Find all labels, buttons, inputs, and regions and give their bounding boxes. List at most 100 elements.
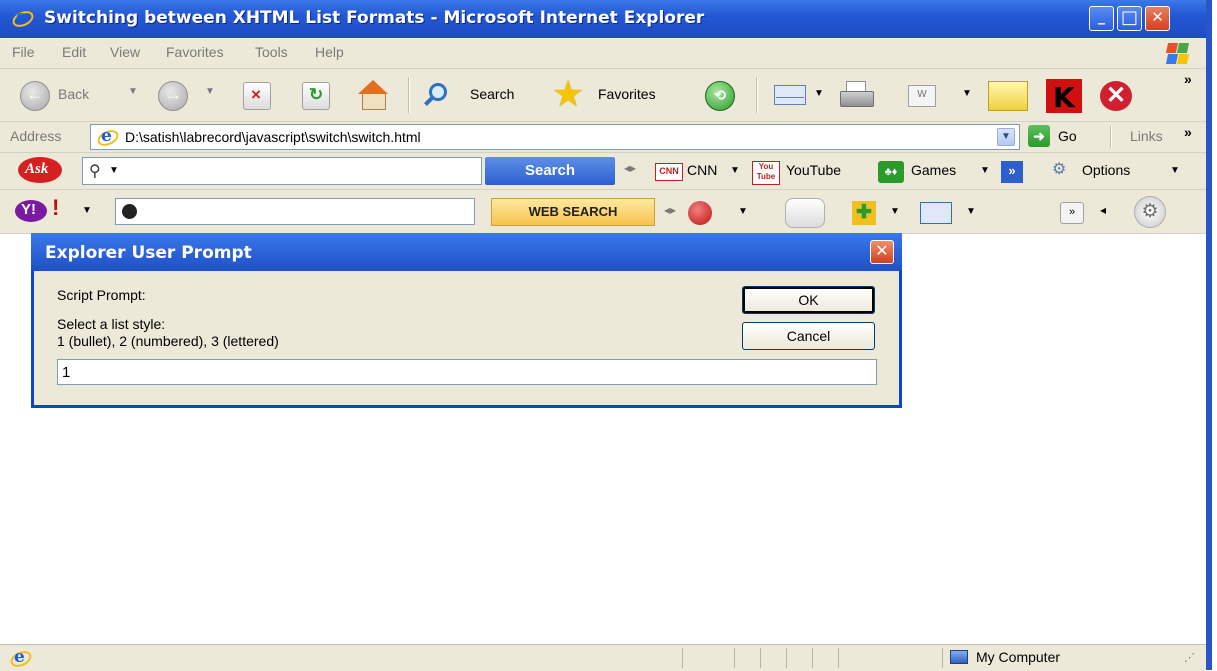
dialog-title: Explorer User Prompt [45, 243, 252, 263]
messenger-icon[interactable] [988, 81, 1028, 111]
settings-gear-icon[interactable]: ⚙ [1134, 196, 1166, 228]
stop-icon[interactable]: × [243, 82, 271, 110]
status-bar: e My Computer ⋰ [0, 644, 1206, 671]
prompt-dialog: Explorer User Prompt ✕ Script Prompt: Se… [31, 233, 902, 408]
resize-grip-icon[interactable]: ⋰ [1184, 651, 1195, 664]
menu-help[interactable]: Help [315, 44, 344, 60]
back-button[interactable]: Back [58, 86, 89, 102]
toolbar-chevron-icon[interactable]: » [1184, 71, 1192, 87]
kaspersky-icon[interactable]: K [1046, 79, 1082, 114]
back-dropdown-icon[interactable]: ▼ [128, 86, 138, 97]
ask-search-button[interactable]: Search [485, 157, 615, 185]
status-divider [786, 648, 787, 668]
games-icon[interactable]: ♣♦ [878, 161, 904, 183]
forward-arrow-icon[interactable]: → [158, 81, 188, 111]
print-icon[interactable] [838, 81, 874, 111]
back-arrow-icon[interactable]: ← [20, 81, 50, 111]
title-bar[interactable]: e Switching between XHTML List Formats -… [0, 0, 1206, 38]
close-button[interactable]: ✕ [1145, 6, 1170, 31]
cnn-button[interactable]: CNN [687, 162, 717, 178]
cnn-dropdown-icon[interactable]: ▼ [730, 165, 740, 176]
my-computer-icon [950, 650, 968, 664]
minimize-button[interactable]: _ [1089, 6, 1114, 31]
messenger-icon[interactable] [785, 198, 825, 228]
home-icon[interactable] [356, 80, 390, 110]
favorites-star-icon[interactable]: ★ [552, 73, 584, 115]
status-divider [812, 648, 813, 668]
prompt-message-line1: Select a list style: [57, 316, 166, 332]
search-button[interactable]: Search [470, 86, 514, 102]
options-dropdown-icon[interactable]: ▼ [1170, 165, 1180, 176]
refresh-icon[interactable]: ↻ [302, 82, 330, 110]
status-divider [682, 648, 683, 668]
links-button[interactable]: Links [1130, 128, 1163, 144]
links-chevron-icon[interactable]: » [1184, 124, 1192, 140]
menu-file[interactable]: File [12, 44, 35, 60]
history-icon[interactable]: ⟲ [705, 81, 735, 111]
cnn-icon[interactable]: CNN [655, 163, 683, 181]
menu-view[interactable]: View [110, 44, 140, 60]
address-url: D:\satish\labrecord\javascript\switch\sw… [125, 129, 421, 145]
mail-icon[interactable] [774, 83, 808, 107]
status-divider [734, 648, 735, 668]
dialog-close-button[interactable]: ✕ [870, 240, 894, 264]
toolbar-separator [408, 77, 410, 113]
window-title: Switching between XHTML List Formats - M… [44, 8, 705, 28]
browser-window: e Switching between XHTML List Formats -… [0, 0, 1212, 671]
favorites-button[interactable]: Favorites [598, 86, 656, 102]
go-arrow-icon[interactable]: ➜ [1028, 125, 1050, 147]
web-search-button[interactable]: WEB SEARCH [491, 198, 655, 226]
antispy-icon[interactable] [688, 201, 712, 225]
red-cross-icon[interactable]: ✕ [1100, 81, 1132, 111]
status-divider [760, 648, 761, 668]
scroll-left-icon[interactable]: ◂ [1100, 203, 1106, 217]
youtube-button[interactable]: YouTube [786, 162, 841, 178]
search-icon[interactable] [422, 81, 452, 111]
chevron-down-icon[interactable]: ▼ [997, 128, 1015, 146]
maximize-button[interactable]: □ [1117, 6, 1142, 31]
bookmark-dropdown-icon[interactable]: ▼ [890, 206, 900, 217]
gear-icon: ⚙ [1052, 161, 1067, 178]
ask-search-input[interactable]: ⚲ ▼ [82, 157, 482, 185]
search-icon [122, 204, 137, 219]
more-chevron-icon[interactable]: » [1001, 161, 1023, 183]
cancel-button[interactable]: Cancel [742, 322, 875, 350]
bookmark-icon[interactable]: ✚ [852, 201, 876, 225]
ask-toolbar: Ask ⚲ ▼ Search ◂▸ CNN CNN ▼ You Tube YouT… [0, 153, 1206, 190]
address-bar: Address e D:\satish\labrecord\javascript… [0, 122, 1206, 153]
yahoo-mail-icon[interactable] [920, 202, 952, 224]
toolbar-grip-icon: ◂▸ [664, 203, 677, 217]
youtube-icon[interactable]: You Tube [752, 161, 780, 185]
dialog-title-bar[interactable]: Explorer User Prompt ✕ [31, 233, 902, 271]
zone-label: My Computer [976, 649, 1061, 665]
antispy-dropdown-icon[interactable]: ▼ [738, 206, 748, 217]
ask-logo-icon[interactable]: Ask [18, 157, 62, 183]
yahoo-dropdown-icon[interactable]: ▼ [82, 205, 92, 216]
ok-button[interactable]: OK [742, 286, 875, 314]
yahoo-search-input[interactable] [115, 198, 475, 225]
edit-dropdown-icon[interactable]: ▼ [962, 88, 972, 99]
options-button[interactable]: Options [1082, 162, 1130, 178]
games-button[interactable]: Games [911, 162, 956, 178]
windows-logo-icon [1164, 41, 1190, 65]
address-input[interactable]: e D:\satish\labrecord\javascript\switch\… [90, 124, 1020, 150]
menu-tools[interactable]: Tools [255, 44, 288, 60]
prompt-input[interactable] [57, 359, 877, 385]
standard-toolbar: ← Back ▼ → ▼ × ↻ Search ★ Favorites ⟲ ▼ … [0, 69, 1206, 122]
menu-favorites[interactable]: Favorites [166, 44, 224, 60]
edit-icon[interactable]: W [908, 85, 936, 107]
address-label: Address [10, 128, 62, 144]
menu-bar: File Edit View Favorites Tools Help [0, 38, 1206, 69]
games-dropdown-icon[interactable]: ▼ [980, 165, 990, 176]
yahoo-exclaim-icon: ! [52, 195, 60, 220]
yahoo-logo-icon[interactable]: Y! [15, 200, 47, 222]
yahoo-more-chevron-icon[interactable]: » [1060, 202, 1084, 224]
mail-dropdown-icon[interactable]: ▼ [814, 88, 824, 99]
menu-edit[interactable]: Edit [62, 44, 86, 60]
forward-dropdown-icon[interactable]: ▼ [205, 86, 215, 97]
mail-dropdown-icon[interactable]: ▼ [966, 206, 976, 217]
chevron-down-icon[interactable]: ▼ [109, 165, 119, 176]
go-button[interactable]: Go [1058, 128, 1077, 144]
ie-icon: e [10, 7, 36, 30]
ie-page-icon: e [95, 126, 121, 149]
